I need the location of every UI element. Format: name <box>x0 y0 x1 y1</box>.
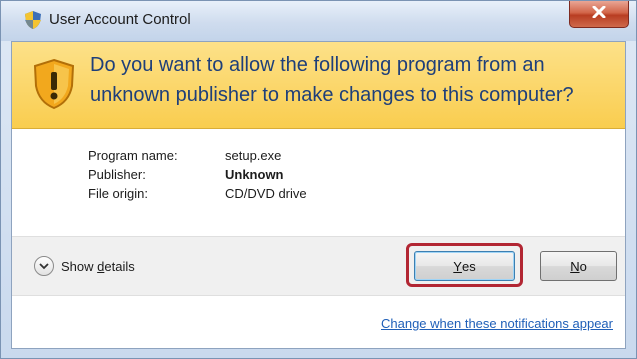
detail-value: CD/DVD drive <box>225 186 307 201</box>
uac-dialog: User Account Control Do you want to allo… <box>0 0 637 359</box>
detail-value: Unknown <box>225 167 284 182</box>
yes-mnemonic: Y <box>453 258 462 274</box>
close-button[interactable] <box>569 1 629 28</box>
show-details-label: Show details <box>61 259 135 274</box>
detail-label: Publisher: <box>88 167 146 182</box>
warning-shield-icon <box>32 58 76 110</box>
detail-label: File origin: <box>88 186 148 201</box>
window-title: User Account Control <box>49 11 191 28</box>
chevron-down-icon <box>34 256 54 276</box>
no-button[interactable]: No <box>540 251 617 281</box>
yes-button[interactable]: Yes <box>414 251 515 281</box>
show-details-suffix: etails <box>104 258 135 274</box>
yes-rest: es <box>461 258 476 274</box>
uac-shield-icon <box>23 10 43 30</box>
no-mnemonic: N <box>570 258 580 274</box>
title-bar[interactable]: User Account Control <box>1 1 636 41</box>
no-rest: o <box>579 258 587 274</box>
change-notifications-link[interactable]: Change when these notifications appear <box>381 316 613 331</box>
detail-value: setup.exe <box>225 148 282 163</box>
dialog-body: Do you want to allow the following progr… <box>11 41 626 349</box>
show-details-toggle[interactable]: Show details <box>34 256 135 276</box>
close-icon <box>592 5 606 23</box>
warning-banner: Do you want to allow the following progr… <box>12 42 625 129</box>
show-details-prefix: Show <box>61 258 98 274</box>
action-bar: Show details Yes No <box>12 236 625 296</box>
detail-label: Program name: <box>88 148 178 163</box>
prompt-headline: Do you want to allow the following progr… <box>90 54 574 106</box>
